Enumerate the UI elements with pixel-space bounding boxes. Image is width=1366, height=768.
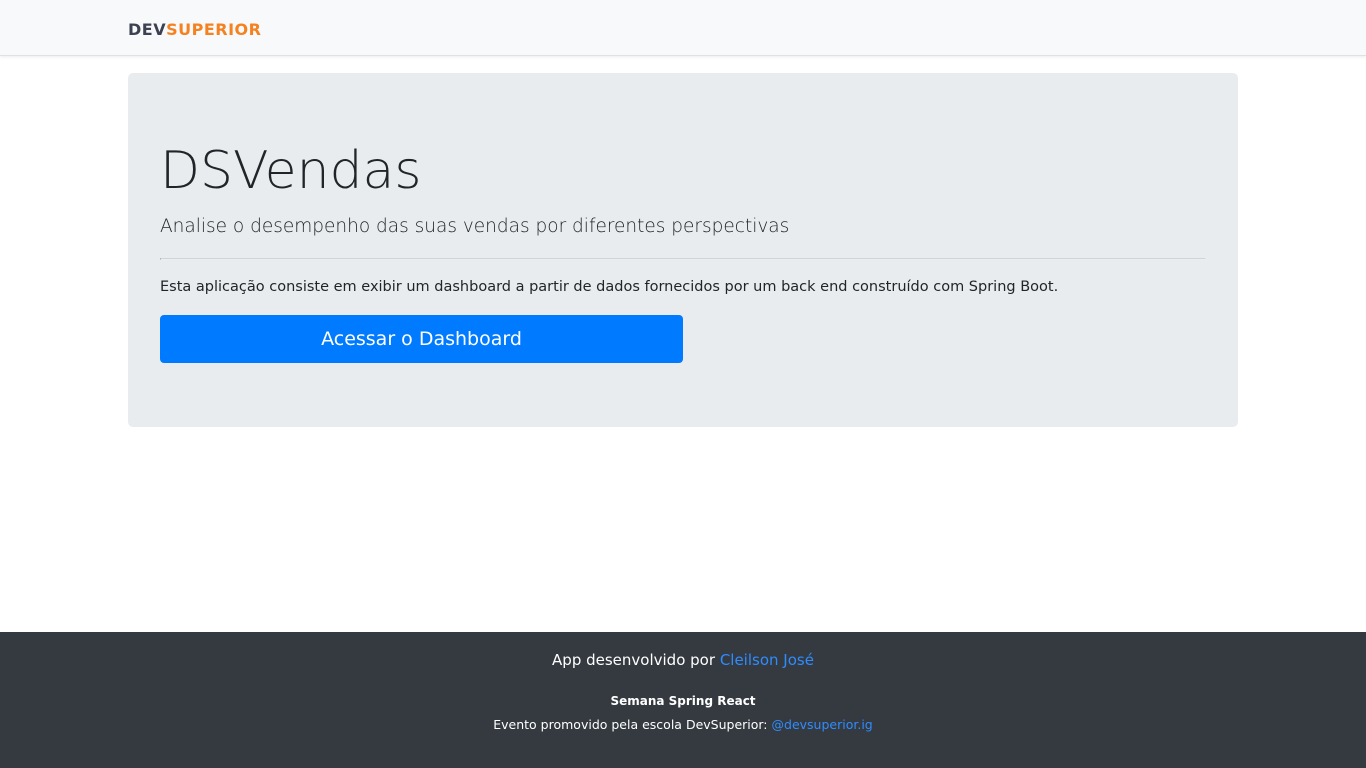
- developer-link[interactable]: Cleilson José: [720, 651, 814, 669]
- hero-jumbotron: DSVendas Analise o desempenho das suas v…: [128, 73, 1238, 427]
- logo-superior-text: SUPERIOR: [166, 20, 262, 39]
- navbar: DEVSUPERIOR: [0, 0, 1366, 56]
- instagram-link[interactable]: @devsuperior.ig: [772, 717, 873, 732]
- dashboard-button[interactable]: Acessar o Dashboard: [160, 315, 683, 363]
- hero-lead: Analise o desempenho das suas vendas por…: [160, 216, 790, 237]
- footer-event-prefix: Evento promovido pela escola DevSuperior…: [493, 717, 768, 732]
- logo-dev-text: DEV: [128, 20, 167, 39]
- footer-credit: App desenvolvido por Cleilson José: [0, 650, 1366, 670]
- footer-credit-prefix: App desenvolvido por: [552, 651, 716, 669]
- footer: App desenvolvido por Cleilson José Seman…: [0, 632, 1366, 768]
- footer-event-info: Evento promovido pela escola DevSuperior…: [0, 717, 1366, 733]
- devsuperior-logo[interactable]: DEVSUPERIOR: [128, 20, 261, 40]
- page-title: DSVendas: [160, 141, 422, 201]
- footer-event-title: Semana Spring React: [610, 694, 756, 708]
- hero-description: Esta aplicação consiste em exibir um das…: [160, 279, 1059, 295]
- hero-divider: [160, 258, 1206, 260]
